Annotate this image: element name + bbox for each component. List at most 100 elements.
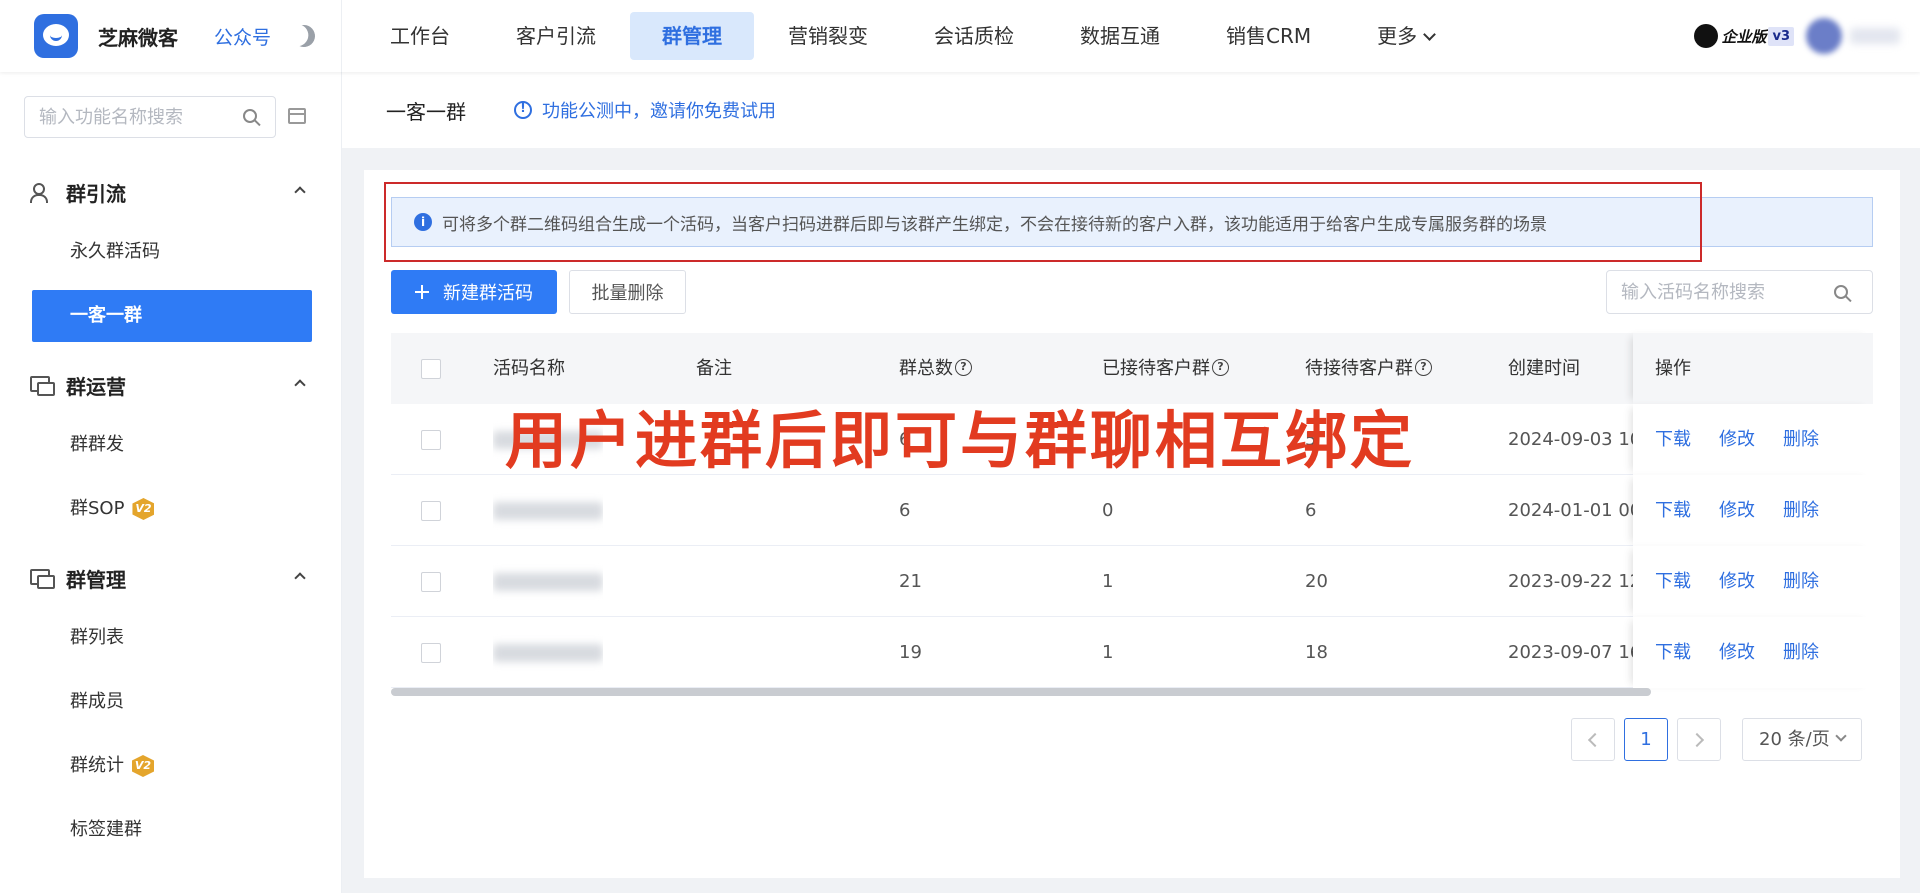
column-header-created: 创建时间 — [1508, 358, 1580, 379]
table-row: 21 1 20 2023-09-22 12: 下载 修改 删除 — [391, 546, 1873, 617]
sidebar-search — [24, 96, 276, 138]
new-group-qr-label: 新建群活码 — [443, 283, 533, 303]
nav-item-workbench[interactable]: 工作台 — [358, 12, 482, 60]
top-navbar: 芝麻微客 公众号 工作台 客户引流 群管理 营销裂变 会话质检 数据互通 销售C… — [0, 0, 1920, 72]
dark-mode-moon-icon[interactable] — [290, 22, 318, 50]
sidebar-item-group-sop[interactable]: 群SOP V2 — [32, 483, 312, 535]
help-icon[interactable]: ? — [1212, 358, 1229, 376]
cell-total: 21 — [899, 571, 922, 592]
sidebar: 群引流 永久群活码 一客一群 群运营 群群发 群SOP V2 群管理 群列表 群成… — [0, 72, 342, 893]
delete-link[interactable]: 删除 — [1783, 617, 1819, 688]
qr-name-blurred — [493, 475, 603, 546]
enterprise-logo-icon — [1694, 24, 1719, 48]
download-link[interactable]: 下载 — [1655, 404, 1691, 475]
help-icon[interactable]: ? — [1415, 358, 1432, 376]
search-icon[interactable] — [243, 109, 257, 123]
row-checkbox[interactable] — [421, 430, 441, 450]
chat-group-icon — [30, 569, 55, 589]
sidebar-item-group-members[interactable]: 群成员 — [32, 676, 312, 728]
nav-item-data-sync[interactable]: 数据互通 — [1048, 12, 1192, 60]
row-checkbox[interactable] — [421, 501, 441, 521]
sidebar-item-permanent-qr[interactable]: 永久群活码 — [32, 226, 312, 278]
brand-logo-icon[interactable] — [34, 14, 78, 58]
download-link[interactable]: 下载 — [1655, 617, 1691, 688]
nav-item-session-inspection[interactable]: 会话质检 — [902, 12, 1046, 60]
page-size-label: 20 条/页 — [1759, 729, 1830, 750]
cell-total: 19 — [899, 642, 922, 663]
enterprise-edition-badge[interactable]: 企业版 v3 — [1694, 23, 1794, 49]
horizontal-scrollbar[interactable] — [391, 688, 1651, 696]
account-area: 企业版 v3 — [1694, 0, 1920, 72]
next-page-button[interactable] — [1677, 718, 1721, 761]
nav-item-group-management[interactable]: 群管理 — [630, 12, 754, 60]
download-link[interactable]: 下载 — [1655, 475, 1691, 546]
row-checkbox[interactable] — [421, 572, 441, 592]
sidebar-group-operations[interactable]: 群运营 — [30, 365, 310, 405]
chevron-up-icon — [294, 379, 306, 391]
delete-link[interactable]: 删除 — [1783, 546, 1819, 617]
cell-created: 2024-01-01 00: — [1508, 500, 1648, 521]
edit-link[interactable]: 修改 — [1719, 475, 1755, 546]
cell-total: 6 — [899, 500, 911, 521]
nav-item-customer-acquisition[interactable]: 客户引流 — [484, 12, 628, 60]
actions-column-header: 操作 — [1633, 333, 1873, 404]
cell-created: 2023-09-22 12: — [1508, 571, 1648, 592]
new-group-qr-button[interactable]: 新建群活码 — [391, 270, 557, 314]
column-header-name: 活码名称 — [493, 358, 565, 379]
info-circle-icon — [514, 101, 532, 119]
edit-link[interactable]: 修改 — [1719, 617, 1755, 688]
cell-pending: 18 — [1305, 642, 1328, 663]
page-size-select[interactable]: 20 条/页 — [1742, 718, 1862, 761]
version-badge: v3 — [1768, 26, 1794, 46]
nav-item-marketing-fission[interactable]: 营销裂变 — [756, 12, 900, 60]
sidebar-item-group-list[interactable]: 群列表 — [32, 612, 312, 664]
column-header-label: 待接待客户群 — [1305, 358, 1413, 379]
edit-link[interactable]: 修改 — [1719, 546, 1755, 617]
row-actions: 下载 修改 删除 — [1633, 475, 1873, 546]
beta-notice-link[interactable]: 功能公测中，邀请你免费试用 — [514, 97, 776, 123]
column-header-remark: 备注 — [696, 358, 732, 379]
cell-pending: 20 — [1305, 571, 1328, 592]
beta-notice-text: 功能公测中，邀请你免费试用 — [542, 101, 776, 122]
page-header: 一客一群 功能公测中，邀请你免费试用 — [342, 72, 1920, 148]
page-number-button[interactable]: 1 — [1624, 718, 1668, 761]
username-blurred[interactable] — [1850, 28, 1900, 44]
cell-pending: 5 — [1305, 429, 1317, 450]
sidebar-item-one-customer-one-group[interactable]: 一客一群 — [32, 290, 312, 342]
column-header-received: 已接待客户群? — [1102, 333, 1229, 404]
row-checkbox[interactable] — [421, 643, 441, 663]
nav-item-sales-crm[interactable]: 销售CRM — [1194, 12, 1343, 60]
select-all-checkbox[interactable] — [421, 359, 441, 379]
delete-link[interactable]: 删除 — [1783, 475, 1819, 546]
sidebar-search-input[interactable] — [25, 97, 225, 137]
nav-item-more[interactable]: 更多 — [1345, 12, 1466, 60]
sidebar-item-label: 群SOP — [70, 498, 125, 519]
qr-name-blurred — [493, 546, 603, 617]
qr-search-input[interactable] — [1607, 271, 1817, 313]
sidebar-item-group-broadcast[interactable]: 群群发 — [32, 419, 312, 471]
column-header-total: 群总数? — [899, 333, 972, 404]
help-icon[interactable]: ? — [955, 358, 972, 376]
qr-name-blurred — [493, 404, 603, 475]
sidebar-item-tag-group[interactable]: 标签建群 — [32, 804, 312, 856]
delete-link[interactable]: 删除 — [1783, 404, 1819, 475]
table-row: 6 5 2024-09-03 10: 下载 修改 删除 — [391, 404, 1873, 475]
download-link[interactable]: 下载 — [1655, 546, 1691, 617]
sidebar-group-management[interactable]: 群管理 — [30, 558, 310, 598]
panel-toggle-icon[interactable] — [288, 108, 306, 124]
qr-name-blurred — [493, 617, 603, 688]
batch-delete-button[interactable]: 批量删除 — [569, 270, 686, 314]
main-nav: 工作台 客户引流 群管理 营销裂变 会话质检 数据互通 销售CRM 更多 — [358, 0, 1468, 72]
avatar[interactable] — [1806, 18, 1842, 54]
prev-page-button[interactable] — [1571, 718, 1615, 761]
v2-badge-icon: V2 — [132, 498, 155, 520]
sidebar-item-group-stats[interactable]: 群统计 V2 — [32, 740, 312, 792]
official-account-link[interactable]: 公众号 — [214, 23, 271, 50]
sidebar-group-acquisition[interactable]: 群引流 — [30, 172, 310, 212]
page-title: 一客一群 — [386, 99, 466, 124]
column-header-actions: 操作 — [1655, 358, 1691, 379]
search-icon[interactable] — [1834, 285, 1848, 299]
edit-link[interactable]: 修改 — [1719, 404, 1755, 475]
brand-name: 芝麻微客 — [98, 25, 178, 50]
info-icon: i — [414, 213, 432, 231]
